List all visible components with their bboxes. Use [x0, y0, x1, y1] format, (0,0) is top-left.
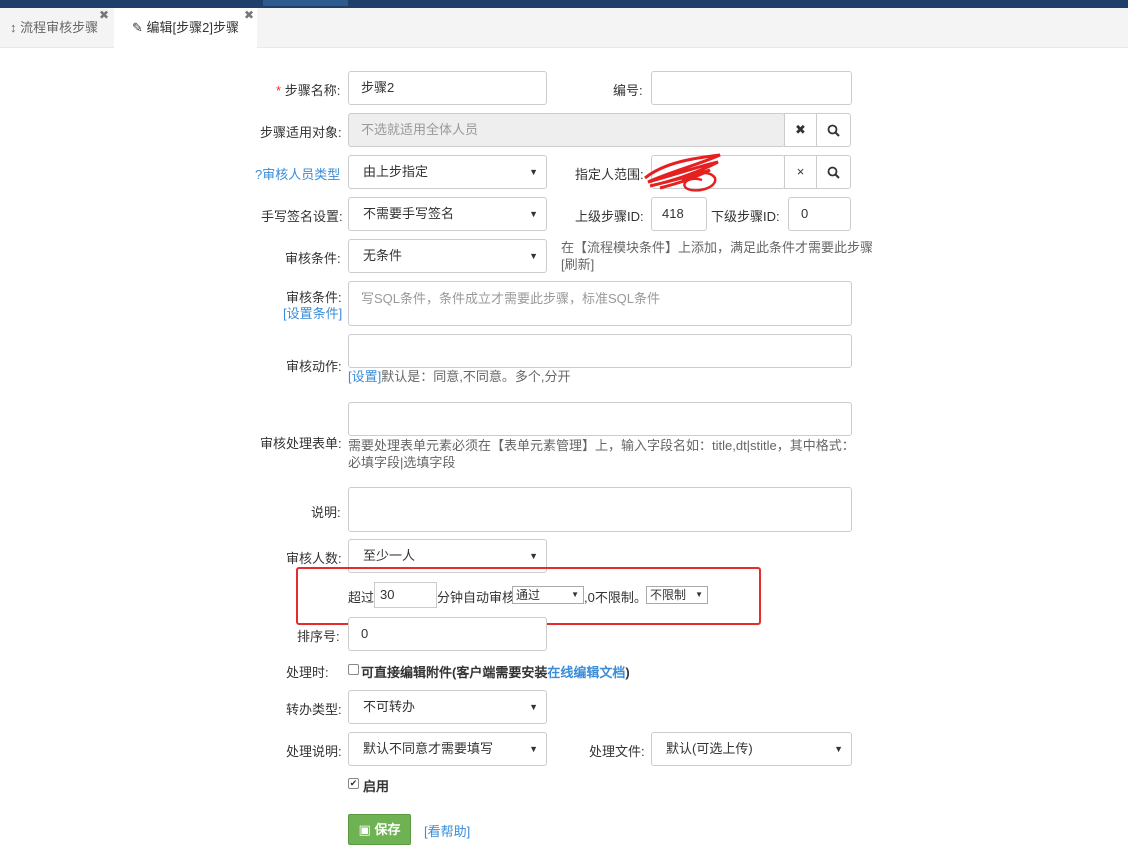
edit-icon: ✎ [132, 20, 143, 35]
condition-help: 在【流程模块条件】上添加，满足此条件才需要此步骤 [561, 240, 874, 255]
explain-textarea[interactable] [348, 487, 852, 532]
online-edit-link[interactable]: 在线编辑文档 [547, 665, 625, 680]
clear-button[interactable]: ✖ [784, 113, 817, 147]
condition-label: 审核条件: [285, 251, 341, 266]
applicable-label: 步骤适用对象: [260, 125, 342, 140]
number-label: 编号: [613, 83, 643, 98]
redaction-scribble [644, 153, 721, 192]
handle-explain-select[interactable]: 默认不同意才需要填写 ▼ [348, 732, 547, 766]
caret-down-icon: ▼ [529, 167, 538, 177]
sort-input[interactable]: 0 [348, 617, 547, 651]
tab-bar: ↕ 流程审核步骤 ✖ ✎ 编辑[步骤2]步骤 ✖ [0, 8, 1128, 48]
process-form-help: 必填字段|选填字段 [348, 455, 456, 470]
sort-icon: ↕ [10, 20, 17, 35]
action-help: [设置]默认是：同意,不同意。多个,分开 [348, 369, 571, 384]
edit-attachment-text: 可直接编辑附件(客户端需要安装在线编辑文档) [361, 665, 630, 680]
enable-label: 启用 [363, 779, 390, 794]
number-input[interactable] [651, 71, 852, 105]
condition-select[interactable]: 无条件 ▼ [348, 239, 547, 273]
tab-label: 编辑[步骤2]步骤 [146, 20, 239, 35]
tab-flow-steps[interactable]: ↕ 流程审核步骤 ✖ [0, 8, 112, 48]
clear-button[interactable]: × [784, 155, 817, 189]
transfer-label: 转办类型: [286, 702, 342, 717]
prev-step-label: 上级步骤ID: [575, 209, 644, 224]
sql-condition-textarea[interactable]: 写SQL条件，条件成立才需要此步骤，标准SQL条件 [348, 281, 852, 326]
edit-attachment-checkbox[interactable] [348, 664, 359, 675]
caret-down-icon: ▼ [529, 251, 538, 261]
reviewer-count-label: 审核人数: [286, 551, 342, 566]
caret-down-icon: ▼ [529, 209, 538, 219]
reviewer-type-link[interactable]: ?审核人员类型 [255, 164, 340, 183]
handwrite-label: 手写签名设置: [261, 209, 343, 224]
prev-step-input[interactable]: 418 [651, 197, 707, 231]
refresh-link[interactable]: [刷新] [561, 256, 594, 273]
top-bar [0, 0, 1128, 8]
save-icon: ▣ [358, 822, 371, 837]
process-form-input[interactable] [348, 402, 852, 436]
tab-label: 流程审核步骤 [20, 20, 99, 35]
search-button[interactable] [816, 113, 851, 147]
applicable-input[interactable]: 不选就适用全体人员 [348, 113, 785, 147]
caret-down-icon: ▼ [834, 744, 843, 754]
action-label: 审核动作: [286, 359, 342, 374]
help-link[interactable]: [看帮助] [424, 821, 470, 840]
sort-label: 排序号: [297, 626, 340, 645]
specified-range-label: 指定人范围: [575, 167, 644, 182]
reviewer-type-select[interactable]: 由上步指定 ▼ [348, 155, 547, 189]
search-icon [827, 166, 840, 179]
step-name-label: * 步骤名称: [276, 83, 341, 98]
close-icon[interactable]: ✖ [99, 0, 109, 35]
save-button[interactable]: ▣ 保存 [348, 814, 411, 845]
explain-label: 说明: [311, 505, 341, 520]
caret-down-icon: ▼ [529, 744, 538, 754]
active-indicator [263, 0, 348, 6]
caret-down-icon: ▼ [529, 702, 538, 712]
enable-checkbox[interactable]: ✔ [348, 778, 359, 789]
set-condition-link[interactable]: [设置条件] [283, 303, 342, 322]
check-icon: ✔ [349, 778, 358, 788]
search-icon [827, 124, 840, 137]
step-name-input[interactable]: 步骤2 [348, 71, 547, 105]
close-icon: ✖ [795, 122, 806, 137]
handwrite-select[interactable]: 不需要手写签名 ▼ [348, 197, 547, 231]
handle-time-label: 处理时: [286, 665, 329, 680]
handle-file-label: 处理文件: [589, 744, 645, 759]
tab-edit-step[interactable]: ✎ 编辑[步骤2]步骤 ✖ [114, 8, 257, 48]
handle-explain-label: 处理说明: [286, 744, 342, 759]
set-action-link[interactable]: [设置] [348, 369, 381, 384]
search-button[interactable] [816, 155, 851, 189]
transfer-select[interactable]: 不可转办 ▼ [348, 690, 547, 724]
handle-file-select[interactable]: 默认(可选上传) ▼ [651, 732, 852, 766]
next-step-input[interactable]: 0 [788, 197, 851, 231]
process-form-help: 需要处理表单元素必须在【表单元素管理】上，输入字段名如：title,dt|sti… [348, 438, 855, 453]
action-input[interactable] [348, 334, 852, 368]
process-form-label: 审核处理表单: [260, 436, 342, 451]
close-icon[interactable]: ✖ [244, 0, 254, 35]
next-step-label: 下级步骤ID: [711, 209, 780, 224]
